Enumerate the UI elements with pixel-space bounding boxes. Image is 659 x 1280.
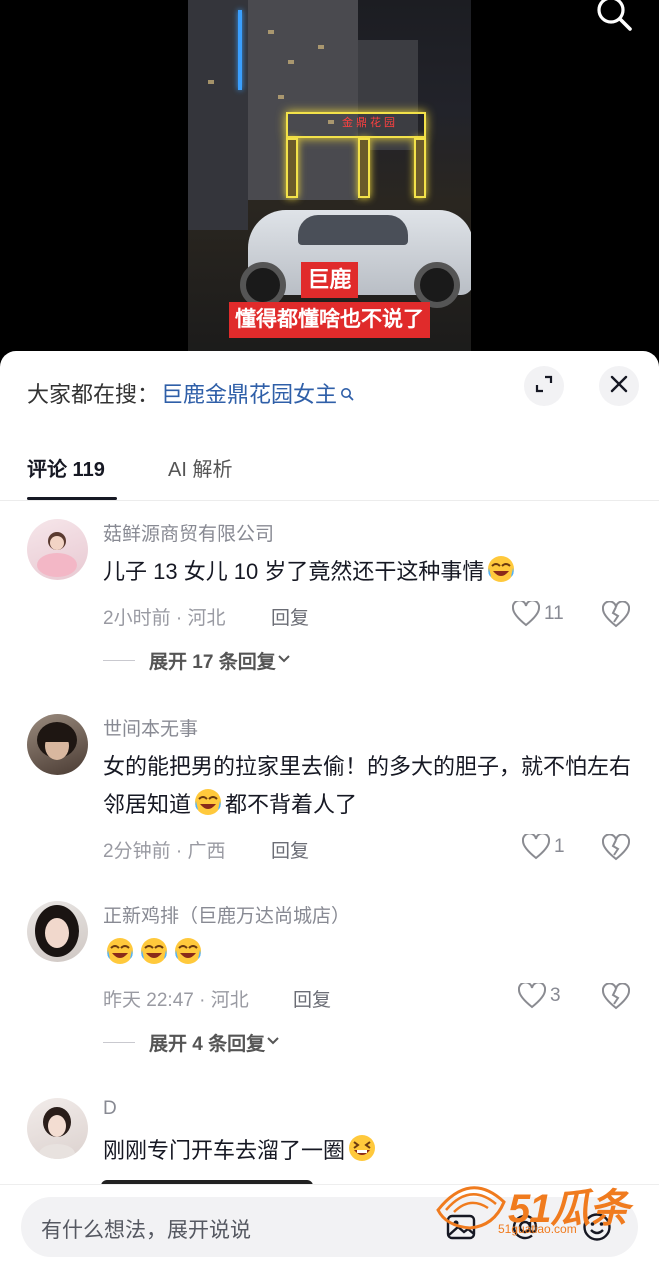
expand-sheet-button[interactable] bbox=[524, 366, 564, 406]
dislike-icon[interactable] bbox=[601, 982, 631, 1011]
heart-icon bbox=[518, 983, 546, 1009]
expand-icon bbox=[534, 374, 554, 399]
avatar[interactable] bbox=[27, 519, 88, 580]
heart-icon bbox=[512, 601, 540, 627]
search-icon bbox=[340, 381, 354, 401]
car-window bbox=[298, 215, 408, 245]
like-count: 11 bbox=[544, 603, 564, 624]
comment-username[interactable]: D bbox=[103, 1098, 117, 1120]
reply-button[interactable]: 回复 bbox=[293, 985, 331, 1012]
avatar[interactable] bbox=[27, 1098, 88, 1159]
comment-username[interactable]: 菇鲜源商贸有限公司 bbox=[103, 519, 274, 546]
search-icon[interactable] bbox=[594, 0, 634, 32]
dislike-icon[interactable] bbox=[601, 833, 631, 862]
expand-replies[interactable]: 展开 17 条回复 bbox=[103, 647, 292, 674]
comment-tabs: 评论 119 AI 解析 bbox=[0, 441, 659, 501]
image-icon[interactable] bbox=[445, 1211, 477, 1243]
divider bbox=[103, 660, 135, 661]
comment-text: 刚刚专门开车去溜了一圈 bbox=[103, 1132, 633, 1170]
avatar[interactable] bbox=[27, 714, 88, 775]
comment-time-location: 2小时前 · 河北 bbox=[103, 608, 226, 629]
reply-button[interactable]: 回复 bbox=[271, 603, 309, 630]
expand-replies-label: 展开 4 条回复 bbox=[149, 1034, 266, 1055]
caption-line-2: 懂得都懂啥也不说了 bbox=[229, 302, 430, 338]
comment-username[interactable]: 正新鸡排（巨鹿万达尚城店） bbox=[103, 901, 350, 928]
comment-username[interactable]: 世间本无事 bbox=[103, 714, 198, 741]
comment-text-content: 女的能把男的拉家里去偷！的多大的胆子，就不怕左右邻居知道 bbox=[103, 754, 632, 817]
tab-ai-analysis[interactable]: AI 解析 bbox=[168, 453, 232, 482]
laugh-cry-emoji-icon bbox=[173, 936, 203, 966]
emoji-icon[interactable] bbox=[581, 1211, 613, 1243]
building-light-strip bbox=[238, 10, 242, 90]
gate-sign: 金鼎花园 bbox=[342, 116, 398, 129]
active-tab-indicator bbox=[27, 497, 117, 500]
comment-input-placeholder: 有什么想法，展开说说 bbox=[41, 1219, 251, 1242]
comment-input-bar: 有什么想法，展开说说 bbox=[0, 1184, 659, 1280]
heart-icon bbox=[522, 834, 550, 860]
search-suggestion-prefix: 大家都在搜： bbox=[27, 382, 160, 407]
search-suggestion[interactable]: 大家都在搜： 巨鹿金鼎花园女主 bbox=[27, 377, 354, 409]
reply-button[interactable]: 回复 bbox=[271, 836, 309, 863]
video-caption: 巨鹿 懂得都懂啥也不说了 bbox=[188, 262, 471, 338]
comment-text-content: 刚刚专门开车去溜了一圈 bbox=[103, 1138, 346, 1163]
chevron-down-icon bbox=[265, 1032, 281, 1054]
laugh-cry-emoji-icon bbox=[105, 936, 135, 966]
comment-text-content: 都不背着人了 bbox=[225, 792, 358, 817]
building-center bbox=[248, 0, 358, 200]
like-button[interactable]: 1 bbox=[522, 834, 565, 860]
comment-sheet: 大家都在搜： 巨鹿金鼎花园女主 评论 119 AI 解析 菇鲜源商贸有限公司 儿… bbox=[0, 351, 659, 1280]
close-icon bbox=[610, 375, 628, 398]
video-frame[interactable]: 金鼎花园 巨鹿 懂得都懂啥也不说了 bbox=[188, 0, 471, 370]
gate-pillar bbox=[414, 138, 426, 198]
expand-replies-label: 展开 17 条回复 bbox=[149, 652, 276, 673]
chevron-down-icon bbox=[276, 650, 292, 672]
search-suggestion-query[interactable]: 巨鹿金鼎花园女主 bbox=[161, 377, 337, 409]
video-player[interactable]: 金鼎花园 巨鹿 懂得都懂啥也不说了 bbox=[0, 0, 659, 370]
laugh-cry-emoji-icon bbox=[139, 936, 169, 966]
like-count: 3 bbox=[550, 985, 561, 1006]
comment-input[interactable]: 有什么想法，展开说说 bbox=[21, 1197, 638, 1257]
comment-text: 儿子 13 女儿 10 岁了竟然还干这种事情 bbox=[103, 553, 633, 591]
dislike-icon[interactable] bbox=[601, 600, 631, 629]
laugh-cry-emoji-icon bbox=[193, 787, 223, 817]
avatar[interactable] bbox=[27, 901, 88, 962]
close-button[interactable] bbox=[599, 366, 639, 406]
divider bbox=[103, 1042, 135, 1043]
like-button[interactable]: 11 bbox=[512, 601, 564, 627]
gate-pillar bbox=[286, 138, 298, 198]
grin-squint-emoji-icon bbox=[347, 1133, 377, 1163]
caption-line-1: 巨鹿 bbox=[301, 262, 358, 298]
comment-text bbox=[103, 935, 633, 973]
tab-comments[interactable]: 评论 119 bbox=[27, 453, 105, 482]
comment-time-location: 昨天 22:47 · 河北 bbox=[103, 990, 249, 1011]
comment-text: 女的能把男的拉家里去偷！的多大的胆子，就不怕左右邻居知道 都不背着人了 bbox=[103, 748, 633, 824]
like-count: 1 bbox=[554, 836, 565, 857]
expand-replies[interactable]: 展开 4 条回复 bbox=[103, 1029, 281, 1056]
laugh-cry-emoji-icon bbox=[486, 554, 516, 584]
gate-pillar bbox=[358, 138, 370, 198]
at-icon[interactable] bbox=[509, 1211, 541, 1243]
comment-time-location: 2分钟前 · 广西 bbox=[103, 841, 226, 862]
like-button[interactable]: 3 bbox=[518, 983, 561, 1009]
comment-text-content: 儿子 13 女儿 10 岁了竟然还干这种事情 bbox=[103, 559, 485, 584]
